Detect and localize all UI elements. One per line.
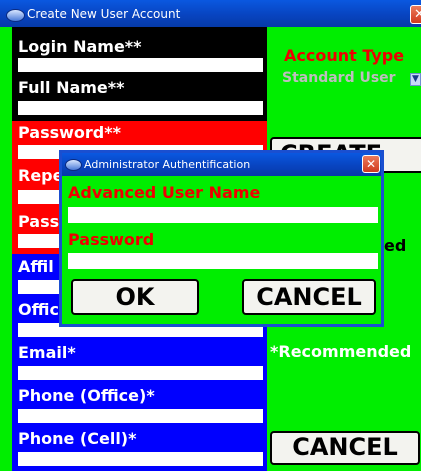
ok-button[interactable]: OK: [71, 279, 199, 315]
window-close-button[interactable]: ✕: [410, 5, 421, 24]
admin-auth-dialog: Administrator Authentification ✕ Advance…: [59, 150, 384, 327]
email-label: Email*: [18, 343, 76, 362]
cancel-button[interactable]: CANCEL: [270, 431, 420, 465]
account-type-value: Standard User: [282, 70, 396, 86]
phone-office-label: Phone (Office)*: [18, 386, 155, 405]
account-type-label: Account Type: [284, 46, 405, 65]
repeat-password-label: Repe: [18, 166, 64, 185]
dialog-close-button[interactable]: ✕: [362, 155, 380, 173]
advanced-user-name-label: Advanced User Name: [68, 183, 261, 202]
dialog-logo-icon: [65, 159, 82, 171]
password-label: Password**: [18, 123, 121, 142]
account-type-select[interactable]: Standard User ▼: [270, 68, 421, 90]
affiliation-label: Affil: [18, 257, 54, 276]
partial-text: ed: [384, 236, 407, 255]
login-name-field[interactable]: [18, 58, 263, 72]
dialog-password-field[interactable]: [68, 253, 378, 269]
full-name-field[interactable]: [18, 101, 263, 115]
dialog-title: Administrator Authentification: [84, 158, 251, 171]
advanced-user-name-field[interactable]: [68, 207, 378, 223]
app-logo-icon: [6, 9, 25, 22]
dialog-title-bar[interactable]: Administrator Authentification ✕: [62, 153, 381, 176]
phone-office-field[interactable]: [18, 409, 263, 423]
recommended-note: *Recommended: [270, 342, 412, 361]
office-label: Offic: [18, 300, 59, 319]
phone-cell-field[interactable]: [18, 452, 263, 466]
phone-cell-label: Phone (Cell)*: [18, 429, 137, 448]
pass-hint-label: Pass: [18, 212, 60, 231]
login-name-label: Login Name**: [18, 37, 142, 56]
full-name-label: Full Name**: [18, 78, 125, 97]
chevron-down-icon[interactable]: ▼: [410, 73, 421, 86]
window-title-bar[interactable]: Create New User Account ✕: [0, 0, 421, 27]
email-field[interactable]: [18, 366, 263, 380]
window-title: Create New User Account: [27, 7, 181, 21]
dialog-cancel-button[interactable]: CANCEL: [242, 279, 376, 315]
dialog-password-label: Password: [68, 230, 155, 249]
